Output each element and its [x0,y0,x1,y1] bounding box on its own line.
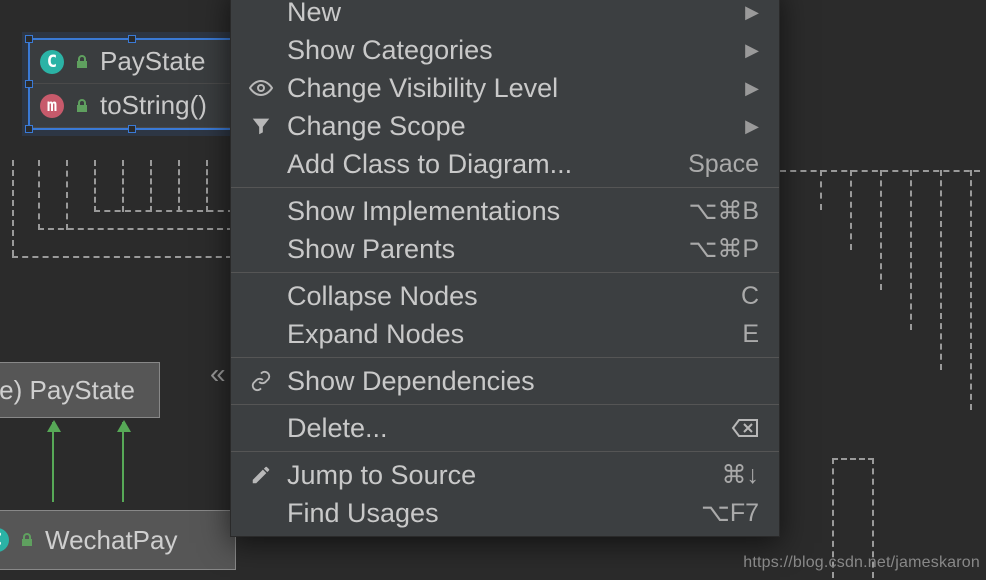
menu-item-label: Show Implementations [287,196,677,227]
connector-line [94,160,96,212]
connector-line [880,170,882,290]
class-badge-icon: C [0,528,9,552]
menu-separator [231,357,779,358]
connector-line [12,160,14,256]
menu-shortcut: ⌥⌘B [689,196,759,226]
selection-handle[interactable] [128,35,136,43]
lock-icon [19,532,35,548]
menu-item-label: Add Class to Diagram... [287,149,676,180]
menu-item-label: Show Dependencies [287,366,759,397]
chevron-right-icon: ▶ [745,2,759,23]
lock-icon [74,54,90,70]
connector-line [38,228,233,230]
connector-line [150,160,152,212]
menu-item-add-class[interactable]: Add Class to Diagram... Space [231,145,779,183]
class-node[interactable]: C WechatPay [0,510,236,570]
menu-item-collapse-nodes[interactable]: Collapse Nodes C [231,277,779,315]
menu-item-jump-to-source[interactable]: Jump to Source ⌘↓ [231,456,779,494]
connector-line [66,160,68,230]
menu-shortcut: ⌘↓ [722,460,760,490]
menu-shortcut: E [742,320,759,349]
menu-shortcut: ⌥⌘P [689,234,759,264]
connector-line [850,170,852,250]
connector-line [122,160,124,212]
menu-item-find-usages[interactable]: Find Usages ⌥F7 [231,494,779,532]
delete-key-icon [731,417,759,439]
menu-item-label: Change Visibility Level [287,73,733,104]
menu-item-delete[interactable]: Delete... [231,409,779,447]
menu-item-show-dependencies[interactable]: Show Dependencies [231,362,779,400]
method-badge-icon: m [40,94,64,118]
selection-handle[interactable] [25,125,33,133]
menu-item-label: Jump to Source [287,460,710,491]
return-type-label: le) PayState [0,375,135,406]
connector-line [94,210,234,212]
menu-item-show-categories[interactable]: Show Categories ▶ [231,31,779,69]
connector-line [940,170,942,370]
menu-separator [231,272,779,273]
class-node-selected[interactable]: C PayState m toString() [28,38,236,130]
connector-line [780,170,980,172]
connector-line [12,256,232,258]
menu-item-label: Collapse Nodes [287,281,729,312]
selection-handle[interactable] [128,125,136,133]
class-node[interactable]: le) PayState [0,362,160,418]
inheritance-arrow [52,422,54,502]
context-menu: New ▶ Show Categories ▶ Change Visibilit… [230,0,780,537]
menu-shortcut: ⌥F7 [701,498,759,528]
inheritance-arrow [122,422,124,502]
connector-line [832,458,874,460]
guillemet-label: « [210,358,226,390]
menu-item-show-implementations[interactable]: Show Implementations ⌥⌘B [231,192,779,230]
pencil-icon [247,464,275,486]
class-name-label: PayState [100,46,206,77]
method-name-label: toString() [100,90,207,121]
eye-icon [247,76,275,100]
menu-item-show-parents[interactable]: Show Parents ⌥⌘P [231,230,779,268]
menu-item-label: Change Scope [287,111,733,142]
chevron-right-icon: ▶ [745,78,759,99]
menu-shortcut: C [741,282,759,311]
menu-item-label: Find Usages [287,498,689,529]
funnel-icon [247,115,275,137]
method-node-row[interactable]: m toString() [30,84,234,128]
link-icon [247,370,275,392]
class-badge-icon: C [40,50,64,74]
connector-line [910,170,912,330]
menu-shortcut: Space [688,150,759,179]
class-name-label: WechatPay [45,525,177,556]
class-node-row[interactable]: C PayState [30,40,234,84]
connector-line [206,160,208,212]
connector-line [178,160,180,212]
menu-item-label: Expand Nodes [287,319,730,350]
watermark: https://blog.csdn.net/jameskaron [743,554,980,572]
menu-separator [231,187,779,188]
chevron-right-icon: ▶ [745,116,759,137]
menu-item-expand-nodes[interactable]: Expand Nodes E [231,315,779,353]
connector-line [38,160,40,230]
menu-item-label: Show Parents [287,234,677,265]
menu-item-change-visibility[interactable]: Change Visibility Level ▶ [231,69,779,107]
menu-separator [231,404,779,405]
menu-item-label: Delete... [287,413,719,444]
menu-item-label: New [287,0,733,28]
chevron-right-icon: ▶ [745,40,759,61]
menu-separator [231,451,779,452]
selection-handle[interactable] [25,80,33,88]
connector-line [970,170,972,410]
menu-item-label: Show Categories [287,35,733,66]
connector-line [820,170,822,210]
menu-item-new[interactable]: New ▶ [231,0,779,31]
lock-icon [74,98,90,114]
selection-handle[interactable] [25,35,33,43]
menu-item-change-scope[interactable]: Change Scope ▶ [231,107,779,145]
